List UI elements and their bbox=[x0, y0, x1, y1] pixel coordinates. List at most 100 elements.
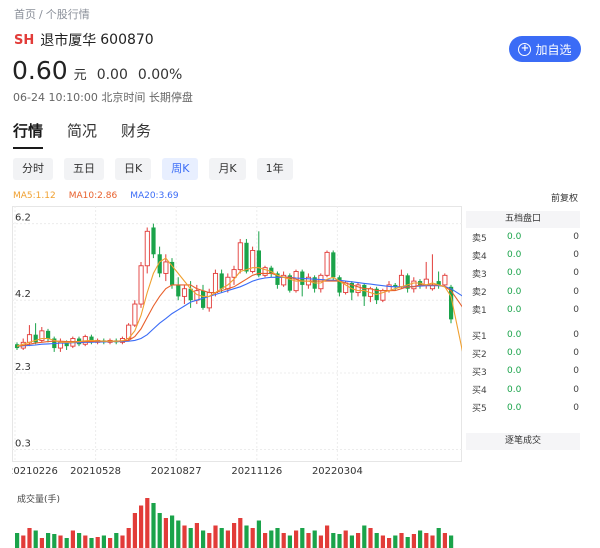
volume-bar bbox=[101, 535, 106, 548]
bid-price: 0.0 bbox=[507, 330, 522, 341]
ma20-legend: MA20:3.69 bbox=[130, 191, 179, 201]
price-change: 0.00 bbox=[96, 67, 128, 83]
trades-title: 逐笔成交 bbox=[466, 433, 580, 450]
breadcrumb-current: 个股行情 bbox=[45, 8, 90, 21]
volume-bar bbox=[201, 530, 206, 548]
bid-row: 买2 0.0 0 bbox=[466, 344, 580, 362]
breadcrumb: 首页 / 个股行情 bbox=[14, 6, 90, 22]
tab-finance[interactable]: 财务 bbox=[121, 120, 151, 149]
period-tab-daily[interactable]: 日K bbox=[115, 158, 152, 180]
candle-body bbox=[337, 277, 342, 293]
adjustment-selector[interactable]: 前复权 bbox=[551, 191, 578, 204]
volume-bar bbox=[356, 533, 361, 548]
status-zone: 北京时间 bbox=[101, 91, 146, 104]
candle-body bbox=[151, 227, 156, 255]
bid-volume: 0 bbox=[573, 402, 579, 413]
candle-body bbox=[244, 242, 249, 272]
bid-volume: 0 bbox=[573, 384, 579, 395]
tab-quote[interactable]: 行情 bbox=[13, 120, 44, 149]
ask-volume: 0 bbox=[573, 268, 579, 279]
bid-row: 买4 0.0 0 bbox=[466, 381, 580, 399]
period-tab-5day[interactable]: 五日 bbox=[64, 158, 104, 180]
volume-bar bbox=[182, 525, 187, 548]
volume-bar bbox=[89, 538, 94, 548]
candle-body bbox=[132, 303, 138, 326]
volume-bar bbox=[157, 513, 162, 548]
ask-volume: 0 bbox=[573, 232, 579, 243]
period-tab-monthly[interactable]: 月K bbox=[209, 158, 246, 180]
volume-bar bbox=[27, 528, 32, 548]
volume-bar bbox=[442, 533, 447, 548]
x-tick-label: 20210827 bbox=[151, 466, 202, 477]
volume-bar bbox=[46, 533, 51, 548]
bid-label: 买2 bbox=[472, 349, 487, 360]
ask-label: 卖3 bbox=[472, 269, 487, 280]
volume-bar bbox=[232, 523, 237, 548]
volume-bar bbox=[294, 530, 299, 548]
candle-body bbox=[181, 288, 188, 297]
ask-row: 卖2 0.0 0 bbox=[466, 283, 580, 301]
volume-bar bbox=[418, 530, 423, 548]
order-book: 五档盘口 卖5 0.0 0 卖4 0.0 0 卖3 0.0 0 卖2 0.0 0 卖1 0.0 0 买1 0.… bbox=[466, 211, 580, 417]
bid-label: 买1 bbox=[472, 331, 487, 342]
x-tick-label: 20210226 bbox=[12, 466, 58, 477]
market-badge: SH bbox=[14, 32, 35, 48]
volume-bar bbox=[256, 520, 261, 548]
tab-profile[interactable]: 简况 bbox=[67, 120, 97, 149]
volume-bar bbox=[83, 535, 88, 548]
period-tabs: 分时 五日 日K 周K 月K 1年 bbox=[13, 158, 304, 180]
ask-label: 卖4 bbox=[472, 251, 487, 262]
bid-label: 买5 bbox=[472, 404, 487, 415]
x-tick-label: 20210528 bbox=[70, 466, 121, 477]
volume-bar bbox=[306, 533, 311, 548]
volume-bar bbox=[95, 537, 100, 548]
volume-bar bbox=[52, 534, 57, 548]
volume-bar bbox=[436, 528, 441, 548]
ma10-legend: MA10:2.86 bbox=[68, 191, 118, 201]
volume-bar bbox=[399, 533, 404, 548]
x-tick-label: 20211126 bbox=[231, 466, 282, 477]
volume-bar bbox=[424, 533, 429, 548]
chart-frame bbox=[12, 206, 462, 462]
bid-price: 0.0 bbox=[507, 366, 522, 377]
volume-bar bbox=[312, 530, 317, 548]
volume-bar bbox=[15, 533, 20, 548]
volume-bar bbox=[145, 498, 150, 548]
volume-bar bbox=[281, 533, 286, 548]
bid-row: 买1 0.0 0 bbox=[466, 326, 580, 344]
volume-bar bbox=[213, 525, 218, 548]
stock-title: SH 退市厦华 600870 bbox=[14, 30, 154, 50]
volume-bar bbox=[343, 530, 348, 548]
kline-chart[interactable]: 6.2 4.2 2.3 0.3 20210226 20210528 20210827 2021… bbox=[12, 206, 462, 486]
candle-body bbox=[398, 274, 405, 288]
breadcrumb-home[interactable]: 首页 bbox=[14, 8, 36, 21]
period-tab-weekly[interactable]: 周K bbox=[162, 158, 199, 180]
volume-chart bbox=[15, 498, 454, 548]
stock-code: 600870 bbox=[100, 32, 154, 48]
price-summary: 0.60 元 0.00 0.00% bbox=[12, 56, 182, 85]
volume-bar bbox=[70, 530, 75, 548]
volume-bar bbox=[151, 503, 156, 548]
ask-price: 0.0 bbox=[507, 268, 522, 279]
ask-label: 卖1 bbox=[472, 306, 487, 317]
candle-body bbox=[219, 273, 224, 289]
period-tab-1year[interactable]: 1年 bbox=[256, 158, 293, 180]
volume-bar bbox=[139, 505, 144, 548]
volume-bar bbox=[120, 535, 125, 548]
add-to-watchlist-button[interactable]: + 加自选 bbox=[509, 36, 581, 62]
candle-body bbox=[144, 230, 150, 267]
ask-price: 0.0 bbox=[507, 250, 522, 261]
volume-bar bbox=[362, 525, 367, 548]
bid-volume: 0 bbox=[573, 366, 579, 377]
candle-body bbox=[231, 269, 237, 278]
candle-body bbox=[256, 250, 261, 276]
candle-body bbox=[176, 284, 181, 297]
volume-bar bbox=[64, 538, 69, 548]
volume-bar bbox=[263, 533, 268, 548]
volume-bar bbox=[114, 533, 119, 548]
volume-bar bbox=[387, 538, 392, 548]
bid-price: 0.0 bbox=[507, 384, 522, 395]
y-tick-label: 6.2 bbox=[15, 213, 31, 224]
period-tab-intraday[interactable]: 分时 bbox=[13, 158, 53, 180]
volume-bar bbox=[58, 535, 63, 548]
